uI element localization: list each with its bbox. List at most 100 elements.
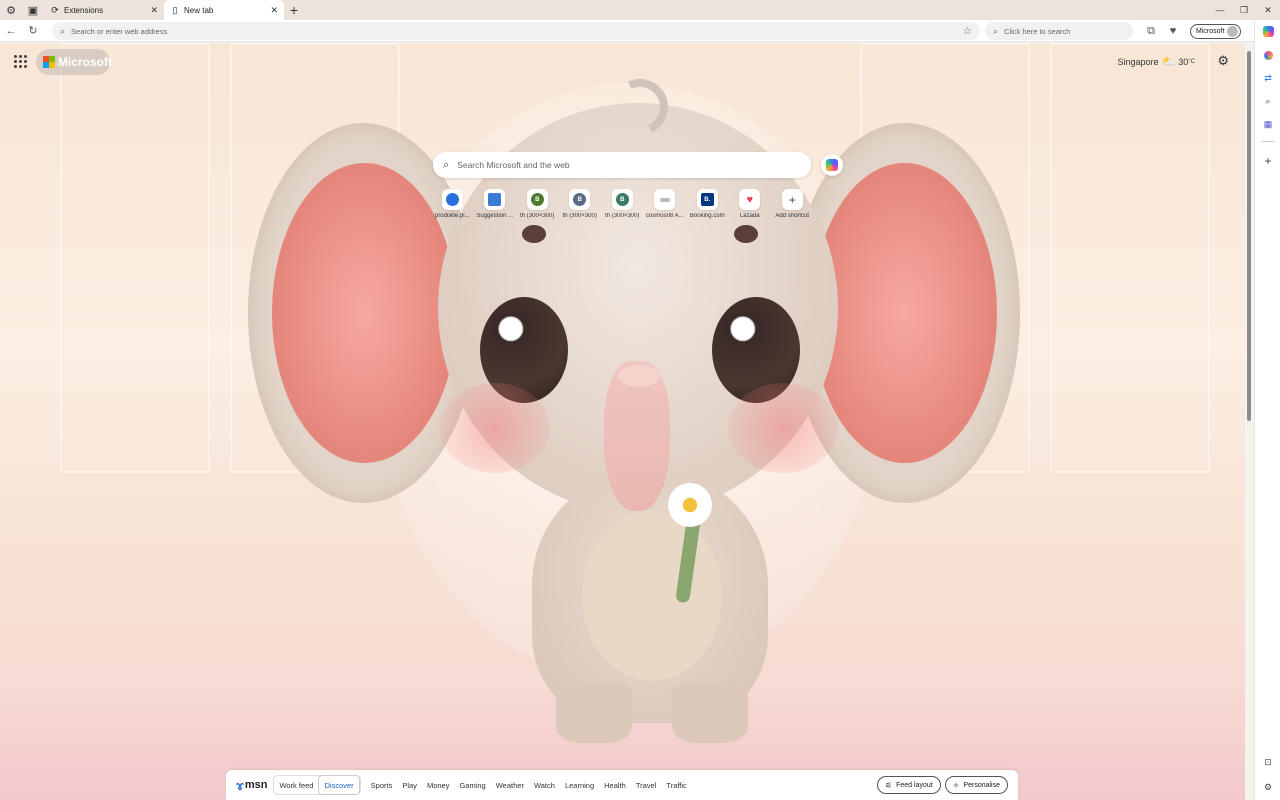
tab-strip: ⚙ ▣ ⟳ Extensions ✕ ▯ New tab ✕ + — ❐ ✕ <box>0 0 1280 20</box>
site-icon <box>659 197 670 202</box>
personalise-button[interactable]: ✧ Personalise <box>944 776 1008 794</box>
site-icon <box>488 193 502 206</box>
address-bar[interactable]: ⌕ Search or enter web address ☆ <box>52 22 980 40</box>
favorite-star-icon[interactable]: ☆ <box>963 26 972 37</box>
msn-logo[interactable]: ɤ msn <box>236 778 267 793</box>
letter-icon: B <box>573 193 587 206</box>
search-icon: ⌕ <box>60 25 66 36</box>
nav-weather[interactable]: Weather <box>491 781 529 790</box>
add-shortcut-button[interactable]: + Add shortcut <box>771 189 814 219</box>
nav-traffic[interactable]: Traffic <box>661 781 691 790</box>
vertical-tabs-icon[interactable]: ▣ <box>22 0 44 20</box>
translate-icon[interactable]: ⇄ <box>1261 71 1275 85</box>
sparkle-icon: ✧ <box>952 780 960 790</box>
scrollbar-thumb[interactable] <box>1247 51 1251 421</box>
toolbar-right: ⧉ ♥ Microsoft ··· <box>1140 20 1269 42</box>
shortcut-label: produkte.pl... <box>434 213 470 219</box>
nav-play[interactable]: Play <box>397 781 422 790</box>
personalise-label: Personalise <box>963 781 1000 789</box>
wall-panel <box>1050 43 1210 473</box>
shortcut-tile[interactable]: B th (300×300) <box>601 189 644 219</box>
elephant-brow-right <box>734 225 758 243</box>
apps-launcher-icon[interactable] <box>14 55 28 69</box>
shortcut-tile[interactable]: Suggestion ... <box>474 189 517 219</box>
segment-work-feed[interactable]: Work feed <box>274 781 318 790</box>
shortcut-label: Add shortcut <box>775 213 810 219</box>
copilot-app-icon[interactable] <box>1261 48 1275 62</box>
shortcut-label: cosmos08 A... <box>645 213 684 219</box>
profile-button[interactable]: Microsoft <box>1190 23 1242 39</box>
tab-extensions[interactable]: ⟳ Extensions ✕ <box>44 0 164 20</box>
msn-feed-bar: ɤ msn Work feed Discover Sports Play Mon… <box>226 770 1018 800</box>
tab-new-tab[interactable]: ▯ New tab ✕ <box>164 0 284 20</box>
workspaces-icon[interactable]: ⚙ <box>0 0 22 20</box>
wall-panel <box>60 43 210 473</box>
partly-cloudy-icon: ⛅ <box>1161 56 1176 68</box>
copilot-icon <box>826 159 838 171</box>
add-sidebar-app-icon[interactable]: + <box>1261 154 1275 168</box>
close-window-button[interactable]: ✕ <box>1256 0 1280 20</box>
nav-learning[interactable]: Learning <box>560 781 599 790</box>
shortcut-icon-frame: ♥ <box>739 189 761 210</box>
refresh-button[interactable]: ↻ <box>22 20 44 42</box>
page-scrollbar[interactable] <box>1245 43 1253 800</box>
tab-title: Extensions <box>64 5 104 15</box>
shortcut-label: th (300×300) <box>562 213 597 219</box>
shortcut-tile[interactable]: cosmos08 A... <box>644 189 687 219</box>
nav-travel[interactable]: Travel <box>631 781 662 790</box>
close-icon[interactable]: ✕ <box>270 5 278 16</box>
shortcut-label: Booking.com <box>689 213 725 219</box>
quick-links: produkte.pl... Suggestion ... B th (300×… <box>431 189 814 219</box>
copilot-icon[interactable] <box>1261 24 1275 38</box>
elephant-ear-inner-right <box>812 163 997 463</box>
nav-money[interactable]: Money <box>422 781 455 790</box>
sidebar-settings-icon[interactable]: ⚙ <box>1261 780 1275 794</box>
elephant-cheek-left <box>440 383 550 473</box>
shortcut-tile[interactable]: B. Booking.com <box>686 189 729 219</box>
elephant-cheek-right <box>728 383 838 473</box>
letter-icon: B <box>530 193 544 206</box>
shortcut-icon-frame: B <box>611 189 633 210</box>
nav-health[interactable]: Health <box>599 781 631 790</box>
segment-discover[interactable]: Discover <box>318 775 360 795</box>
weather-widget[interactable]: Singapore ⛅ 30 °C <box>1118 55 1196 68</box>
page-settings-icon[interactable]: ⚙ <box>1217 53 1229 69</box>
browser-essentials-icon[interactable]: ♥ <box>1162 20 1184 42</box>
avatar <box>1227 25 1239 37</box>
weather-unit: °C <box>1188 58 1195 65</box>
address-placeholder: Search or enter web address <box>71 26 168 36</box>
microsoft-logo[interactable]: Microsoft <box>36 49 112 75</box>
plus-icon: + <box>788 192 796 207</box>
site-icon <box>445 193 459 206</box>
teams-icon[interactable]: ▦ <box>1261 117 1275 131</box>
shortcut-tile[interactable]: produkte.pl... <box>431 189 474 219</box>
minimize-button[interactable]: — <box>1208 0 1232 20</box>
shortcut-label: Lazada <box>739 213 760 219</box>
search-icon[interactable]: ⌕ <box>1261 94 1275 108</box>
search-icon: ⌕ <box>993 25 999 36</box>
feed-layout-button[interactable]: ⚟ Feed layout <box>876 776 941 794</box>
extensions-icon[interactable]: ⧉ <box>1140 20 1162 42</box>
close-icon[interactable]: ✕ <box>150 5 158 16</box>
nav-sports[interactable]: Sports <box>366 781 398 790</box>
shortcut-tile[interactable]: ♥ Lazada <box>729 189 772 219</box>
brand-name: Microsoft <box>58 55 112 69</box>
elephant-belly <box>582 511 722 681</box>
nav-watch[interactable]: Watch <box>529 781 560 790</box>
letter-icon: B <box>615 193 629 206</box>
heart-icon: ♥ <box>746 193 754 206</box>
shortcut-tile[interactable]: B th (300×300) <box>516 189 559 219</box>
feed-layout-label: Feed layout <box>896 781 933 789</box>
bing-search-box[interactable]: ⌕ Click here to search <box>985 22 1133 40</box>
new-tab-button[interactable]: + <box>284 0 304 20</box>
microsoft-logo-icon <box>43 56 55 68</box>
shortcut-tile[interactable]: B th (300×300) <box>559 189 602 219</box>
hide-sidebar-icon[interactable]: ⊡ <box>1261 755 1275 769</box>
weather-temp: 30 <box>1178 56 1189 67</box>
back-button[interactable]: ← <box>0 20 22 42</box>
copilot-button[interactable] <box>821 154 843 176</box>
search-icon: ⌕ <box>443 158 450 171</box>
nav-gaming[interactable]: Gaming <box>454 781 490 790</box>
web-search-box[interactable]: ⌕ Search Microsoft and the web <box>433 152 811 178</box>
restore-button[interactable]: ❐ <box>1232 0 1256 20</box>
